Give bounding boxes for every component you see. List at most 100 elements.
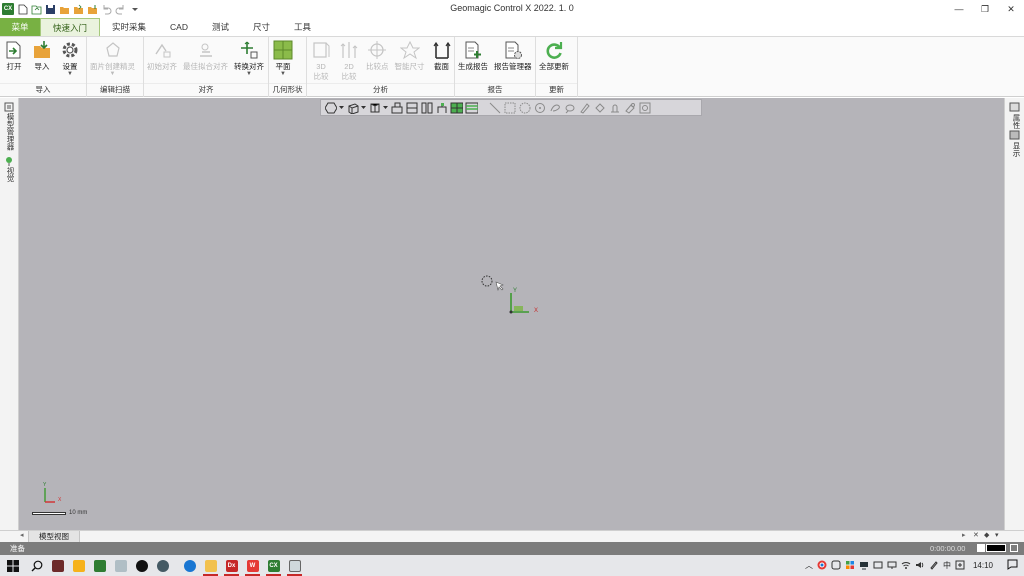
folder-open-icon[interactable] — [73, 4, 84, 15]
stand-icon[interactable] — [435, 101, 448, 114]
minimize-button[interactable]: — — [946, 0, 972, 18]
model-manager-tab[interactable]: 模型管理器 — [5, 113, 16, 151]
tab-close-icon[interactable]: ✕ — [973, 531, 979, 539]
ime-indicator[interactable]: 中 — [943, 560, 951, 571]
taskbar-app-5[interactable] — [131, 555, 152, 576]
folder-icon[interactable] — [59, 4, 70, 15]
transform-align-button[interactable]: 转换对齐 ▼ — [231, 39, 267, 77]
best-fit-align-button[interactable]: 最佳拟合对齐 — [180, 39, 231, 71]
undo-icon[interactable] — [101, 4, 112, 15]
notifications-icon[interactable] — [1007, 559, 1018, 572]
compare-point-button[interactable]: 比较点 — [363, 39, 392, 71]
restore-button[interactable]: ❐ — [972, 0, 998, 18]
open-button[interactable]: 打开 — [0, 39, 28, 71]
import-button[interactable]: 导入 — [28, 39, 56, 71]
tab-dimension[interactable]: 尺寸 — [241, 18, 282, 36]
taskbar-control-x[interactable]: CX — [263, 555, 284, 576]
clock[interactable]: 14:10 — [973, 561, 993, 570]
split-view-icon[interactable] — [420, 101, 433, 114]
taskbar-app-3[interactable] — [89, 555, 110, 576]
tab-cad[interactable]: CAD — [158, 18, 200, 36]
display-tab[interactable]: 显示 — [1011, 142, 1022, 157]
select-clear-icon[interactable] — [623, 101, 636, 114]
taskbar-app-1[interactable] — [47, 555, 68, 576]
grid-view-icon[interactable] — [450, 101, 463, 114]
search-button[interactable] — [26, 555, 47, 576]
group-edit-scan: 面片创建精灵 ▼ 编辑扫描 — [87, 37, 144, 97]
select-fill-icon[interactable] — [593, 101, 606, 114]
layout-1-icon[interactable] — [390, 101, 403, 114]
open-icon[interactable] — [31, 4, 42, 15]
initial-align-button[interactable]: 初始对齐 — [144, 39, 180, 71]
tab-scroll-right-icon[interactable]: ▸ — [962, 531, 966, 539]
volume-icon[interactable] — [915, 560, 925, 572]
ime-mode-icon[interactable] — [955, 560, 965, 572]
taskbar-edge[interactable] — [179, 555, 200, 576]
select-polygon-icon[interactable] — [533, 101, 546, 114]
taskbar-app-dx[interactable]: Dx — [221, 555, 242, 576]
3d-viewport[interactable]: Y X Y X 10 mm — [19, 98, 1004, 530]
taskbar-app-2[interactable] — [68, 555, 89, 576]
layout-2-icon[interactable] — [405, 101, 418, 114]
tray-monitor-icon[interactable] — [859, 560, 869, 572]
tab-pin-icon[interactable]: ◆ — [984, 531, 989, 539]
properties-tab[interactable]: 属性 — [1011, 114, 1022, 129]
select-paint-icon[interactable] — [578, 101, 591, 114]
taskbar-app-last[interactable] — [284, 555, 305, 576]
select-rect-icon[interactable] — [503, 101, 516, 114]
list-view-icon[interactable] — [465, 101, 478, 114]
select-circle-icon[interactable] — [518, 101, 531, 114]
wifi-icon[interactable] — [901, 560, 911, 572]
select-line-icon[interactable] — [488, 101, 501, 114]
tab-quick-start[interactable]: 快速入门 — [40, 18, 101, 36]
chevron-down-icon[interactable] — [383, 101, 388, 114]
tab-menu[interactable]: 菜单 — [0, 18, 40, 36]
tab-tools[interactable]: 工具 — [282, 18, 323, 36]
tab-scroll-left-icon[interactable]: ◂ — [20, 531, 24, 539]
new-file-icon[interactable] — [17, 4, 28, 15]
report-manager-button[interactable]: 报告管理器 — [491, 39, 535, 71]
taskbar-app-6[interactable] — [152, 555, 173, 576]
network-icon[interactable] — [887, 560, 897, 572]
redo-icon[interactable] — [115, 4, 126, 15]
section-button[interactable]: 截面 — [428, 39, 456, 71]
quick-access-toolbar: CX — [0, 0, 140, 18]
select-through-icon[interactable] — [608, 101, 621, 114]
update-all-button[interactable]: 全部更新 — [536, 39, 572, 71]
tray-app-icon[interactable] — [831, 560, 841, 572]
tab-live-capture[interactable]: 实时采集 — [100, 18, 158, 36]
pen-icon[interactable] — [929, 560, 939, 572]
right-side-panel: 属性 显示 — [1004, 98, 1024, 530]
start-button[interactable] — [0, 555, 26, 576]
taskbar-app-wps[interactable]: W — [242, 555, 263, 576]
folder-export-icon[interactable] — [87, 4, 98, 15]
smart-dimension-button[interactable]: 智能尺寸 — [392, 39, 428, 71]
view-hexagon-icon[interactable] — [324, 101, 337, 114]
close-button[interactable]: ✕ — [998, 0, 1024, 18]
tray-grid-icon[interactable] — [845, 560, 855, 572]
tray-keyboard-icon[interactable] — [873, 560, 883, 572]
visual-tab[interactable]: 视觉 — [5, 167, 16, 182]
compare-3d-button[interactable]: 3D 比较 — [307, 39, 335, 81]
taskbar-explorer[interactable] — [200, 555, 221, 576]
plane-button[interactable]: 平面 ▼ — [269, 39, 297, 77]
tab-measure[interactable]: 测试 — [200, 18, 241, 36]
generate-report-button[interactable]: 生成报告 — [455, 39, 491, 71]
mesh-wizard-button[interactable]: 面片创建精灵 ▼ — [87, 39, 138, 77]
tray-chrome-icon[interactable] — [817, 560, 827, 572]
tray-overflow-icon[interactable]: ︿ — [805, 560, 813, 571]
compare-2d-button[interactable]: 2D 比较 — [335, 39, 363, 81]
chevron-down-icon[interactable] — [361, 101, 366, 114]
wireframe-icon[interactable] — [368, 101, 381, 114]
select-brush-icon[interactable] — [548, 101, 561, 114]
tab-menu-icon[interactable]: ▾ — [995, 531, 999, 539]
chevron-down-icon[interactable] — [339, 101, 344, 114]
app-logo-icon: CX — [2, 3, 14, 15]
save-icon[interactable] — [45, 4, 56, 15]
select-lasso-icon[interactable] — [563, 101, 576, 114]
qat-customize-icon[interactable] — [129, 4, 140, 15]
select-options-icon[interactable] — [638, 101, 651, 114]
view-cube-icon[interactable] — [346, 101, 359, 114]
taskbar-app-4[interactable] — [110, 555, 131, 576]
settings-button[interactable]: 设置 ▼ — [56, 39, 84, 77]
